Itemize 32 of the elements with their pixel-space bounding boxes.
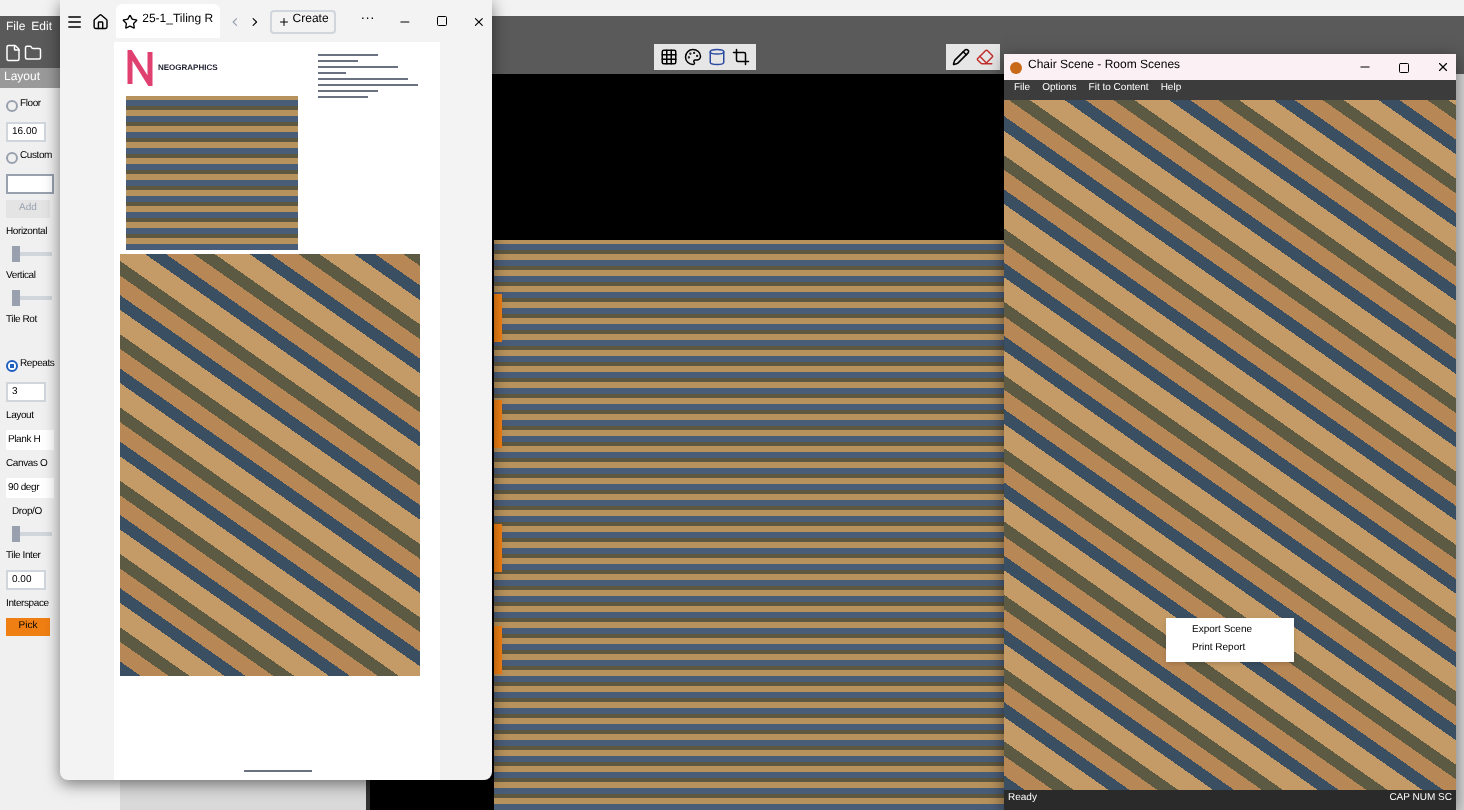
close-icon[interactable] bbox=[1436, 60, 1450, 74]
logo-icon bbox=[126, 50, 154, 86]
eraser-icon[interactable] bbox=[976, 48, 994, 66]
new-file-icon[interactable] bbox=[4, 44, 22, 62]
minimize-icon[interactable] bbox=[1358, 60, 1372, 74]
slider-track[interactable] bbox=[12, 526, 52, 542]
crop-icon[interactable] bbox=[732, 48, 750, 66]
fine-print-drawing bbox=[318, 54, 418, 98]
slider-thumb[interactable] bbox=[12, 526, 20, 542]
slider-track[interactable] bbox=[12, 246, 52, 262]
slider-thumb[interactable] bbox=[12, 290, 20, 306]
slider-track[interactable] bbox=[12, 290, 52, 306]
star-icon[interactable] bbox=[122, 13, 139, 29]
radio-button[interactable] bbox=[6, 152, 18, 164]
input-field[interactable] bbox=[6, 174, 54, 194]
maximize-icon[interactable] bbox=[436, 14, 449, 28]
radio-button[interactable] bbox=[6, 360, 18, 372]
chevron-right-icon[interactable] bbox=[248, 13, 263, 29]
pencil-icon[interactable] bbox=[952, 48, 970, 66]
grid-icon[interactable] bbox=[660, 48, 678, 66]
cylinder-icon[interactable] bbox=[708, 48, 726, 66]
palette-icon[interactable] bbox=[684, 48, 702, 66]
radio-button[interactable] bbox=[6, 100, 18, 112]
panel-divider bbox=[366, 780, 370, 810]
app-icon bbox=[1010, 61, 1022, 73]
home-icon[interactable] bbox=[91, 11, 109, 31]
menu-icon[interactable] bbox=[66, 11, 84, 31]
plus-icon bbox=[278, 15, 291, 27]
slider-thumb[interactable] bbox=[12, 246, 20, 262]
maximize-icon[interactable] bbox=[1398, 61, 1410, 73]
folder-icon[interactable] bbox=[24, 44, 42, 62]
close-icon[interactable] bbox=[472, 13, 486, 29]
